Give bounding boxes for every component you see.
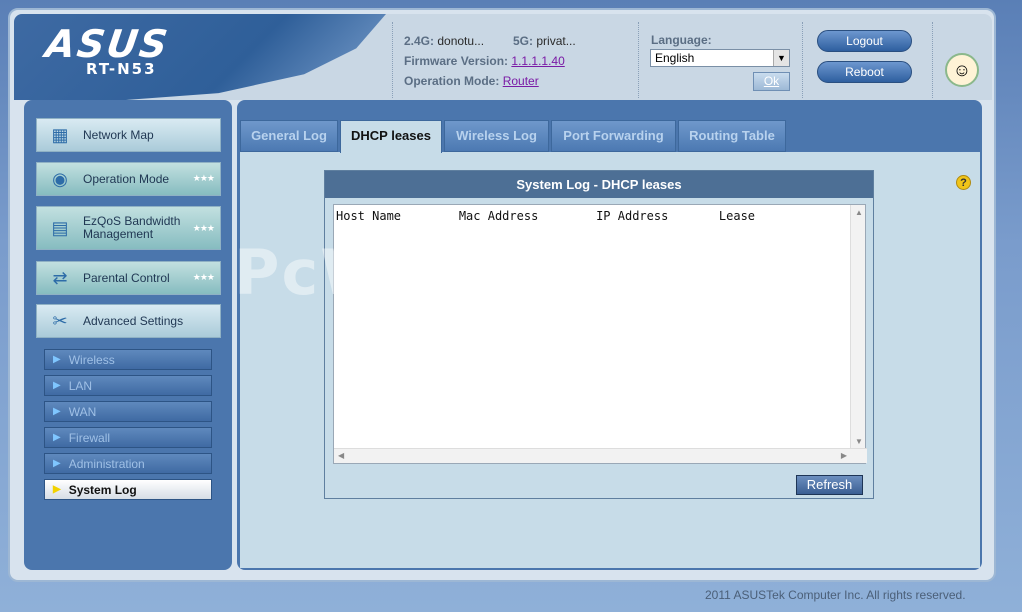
scroll-left-icon[interactable]: ◀ bbox=[338, 451, 344, 460]
opmode-link[interactable]: Router bbox=[503, 74, 539, 88]
logout-button[interactable]: Logout bbox=[817, 30, 912, 52]
scroll-right-icon[interactable]: ▶ bbox=[841, 451, 847, 460]
copyright-footer: 2011 ASUSTek Computer Inc. All rights re… bbox=[705, 588, 966, 602]
tab-routing-table[interactable]: Routing Table bbox=[678, 120, 786, 152]
sidebar-subitem-label: WAN bbox=[68, 404, 97, 419]
sidebar-item-label: Network Map bbox=[83, 127, 154, 142]
firmware-info: Firmware Version: 1.1.1.1.40 bbox=[404, 54, 565, 68]
header-divider bbox=[392, 22, 393, 98]
opmode-label: Operation Mode: bbox=[404, 74, 500, 88]
log-column-headers: Host Name Mac Address IP Address Lease bbox=[336, 209, 756, 223]
refresh-button[interactable]: Refresh bbox=[796, 475, 863, 495]
triangle-right-icon: ▶ bbox=[53, 406, 61, 417]
tab-dhcp-leases[interactable]: DHCP leases bbox=[340, 120, 442, 153]
stars-icon: ★★★ bbox=[192, 173, 215, 183]
language-label: Language: bbox=[651, 33, 712, 47]
triangle-right-icon: ▶ bbox=[53, 484, 61, 495]
ok-button[interactable]: Ok bbox=[753, 72, 790, 91]
watermark: PcWinTech.com bbox=[234, 236, 801, 309]
sidebar-subitem-lan[interactable]: ▶ LAN bbox=[44, 375, 212, 396]
language-select[interactable]: English ▼ bbox=[650, 49, 790, 67]
vertical-scrollbar[interactable]: ▲ ▼ bbox=[850, 205, 865, 449]
band5-label: 5G: bbox=[513, 34, 534, 48]
sidebar-item-parental-control[interactable]: ⇄ Parental Control ★★★ bbox=[36, 261, 221, 295]
sidebar-item-label: Advanced Settings bbox=[83, 313, 184, 328]
triangle-right-icon: ▶ bbox=[53, 354, 61, 365]
stars-icon: ★★★ bbox=[192, 223, 215, 233]
band5-info: 5G: privat... bbox=[513, 34, 576, 48]
triangle-right-icon: ▶ bbox=[53, 458, 61, 469]
sidebar-item-label: EzQoS Bandwidth Management bbox=[83, 214, 181, 241]
band5-ssid: privat... bbox=[536, 34, 576, 48]
sidebar-item-advanced-settings[interactable]: ✂ Advanced Settings bbox=[36, 304, 221, 338]
sidebar-subitem-system-log[interactable]: ▶ System Log bbox=[44, 479, 212, 500]
chevron-down-icon[interactable]: ▼ bbox=[773, 50, 789, 66]
qos-icon: ▤ bbox=[51, 217, 69, 238]
sidebar-item-network-map[interactable]: ▦ Network Map bbox=[36, 118, 221, 152]
sidebar-subitem-firewall[interactable]: ▶ Firewall bbox=[44, 427, 212, 448]
header-divider bbox=[932, 22, 933, 98]
scroll-up-icon[interactable]: ▲ bbox=[855, 208, 863, 217]
sidebar-subitem-wan[interactable]: ▶ WAN bbox=[44, 401, 212, 422]
sidebar-item-label: Parental Control bbox=[83, 270, 170, 285]
model-name: RT-N53 bbox=[86, 60, 157, 78]
firmware-label: Firmware Version: bbox=[404, 54, 509, 68]
sidebar-item-label: Operation Mode bbox=[83, 171, 170, 186]
firmware-link[interactable]: 1.1.1.1.40 bbox=[511, 54, 564, 68]
tab-general-log[interactable]: General Log bbox=[240, 120, 338, 152]
header-divider bbox=[802, 22, 803, 98]
triangle-right-icon: ▶ bbox=[53, 432, 61, 443]
reboot-button[interactable]: Reboot bbox=[817, 61, 912, 83]
parental-icon: ⇄ bbox=[52, 267, 68, 288]
sidebar-subitem-administration[interactable]: ▶ Administration bbox=[44, 453, 212, 474]
band24-ssid: donotu... bbox=[437, 34, 485, 48]
sidebar-item-operation-mode[interactable]: ◉ Operation Mode ★★★ bbox=[36, 162, 221, 196]
band24-label: 2.4G: bbox=[404, 34, 435, 48]
sidebar-subitem-label: System Log bbox=[68, 482, 137, 497]
log-panel: System Log - DHCP leases Host Name Mac A… bbox=[324, 170, 874, 499]
network-map-icon: ▦ bbox=[51, 124, 69, 145]
triangle-right-icon: ▶ bbox=[53, 380, 61, 391]
sidebar-subitem-label: Firewall bbox=[68, 430, 111, 445]
sidebar-subitem-wireless[interactable]: ▶ Wireless bbox=[44, 349, 212, 370]
header-divider bbox=[638, 22, 639, 98]
tools-icon: ✂ bbox=[52, 310, 68, 331]
sidebar-subitem-label: Administration bbox=[68, 456, 145, 471]
log-title: System Log - DHCP leases bbox=[325, 171, 873, 198]
horizontal-scrollbar[interactable]: ◀ ▶ bbox=[334, 448, 867, 463]
sidebar-subitem-label: LAN bbox=[68, 378, 93, 393]
router-icon: ◉ bbox=[52, 168, 68, 189]
sidebar-subitem-label: Wireless bbox=[68, 352, 115, 367]
stars-icon: ★★★ bbox=[192, 272, 215, 282]
band24-info: 2.4G: donotu... bbox=[404, 34, 484, 48]
opmode-info: Operation Mode: Router bbox=[404, 74, 539, 88]
help-icon[interactable]: ? bbox=[956, 175, 971, 190]
scroll-down-icon[interactable]: ▼ bbox=[855, 437, 863, 446]
tab-port-forwarding[interactable]: Port Forwarding bbox=[551, 120, 676, 152]
language-value: English bbox=[655, 51, 695, 65]
tab-wireless-log[interactable]: Wireless Log bbox=[444, 120, 549, 152]
sidebar-item-ezqos[interactable]: ▤ EzQoS Bandwidth Management ★★★ bbox=[36, 206, 221, 250]
avatar-icon: ☺ bbox=[945, 53, 979, 87]
